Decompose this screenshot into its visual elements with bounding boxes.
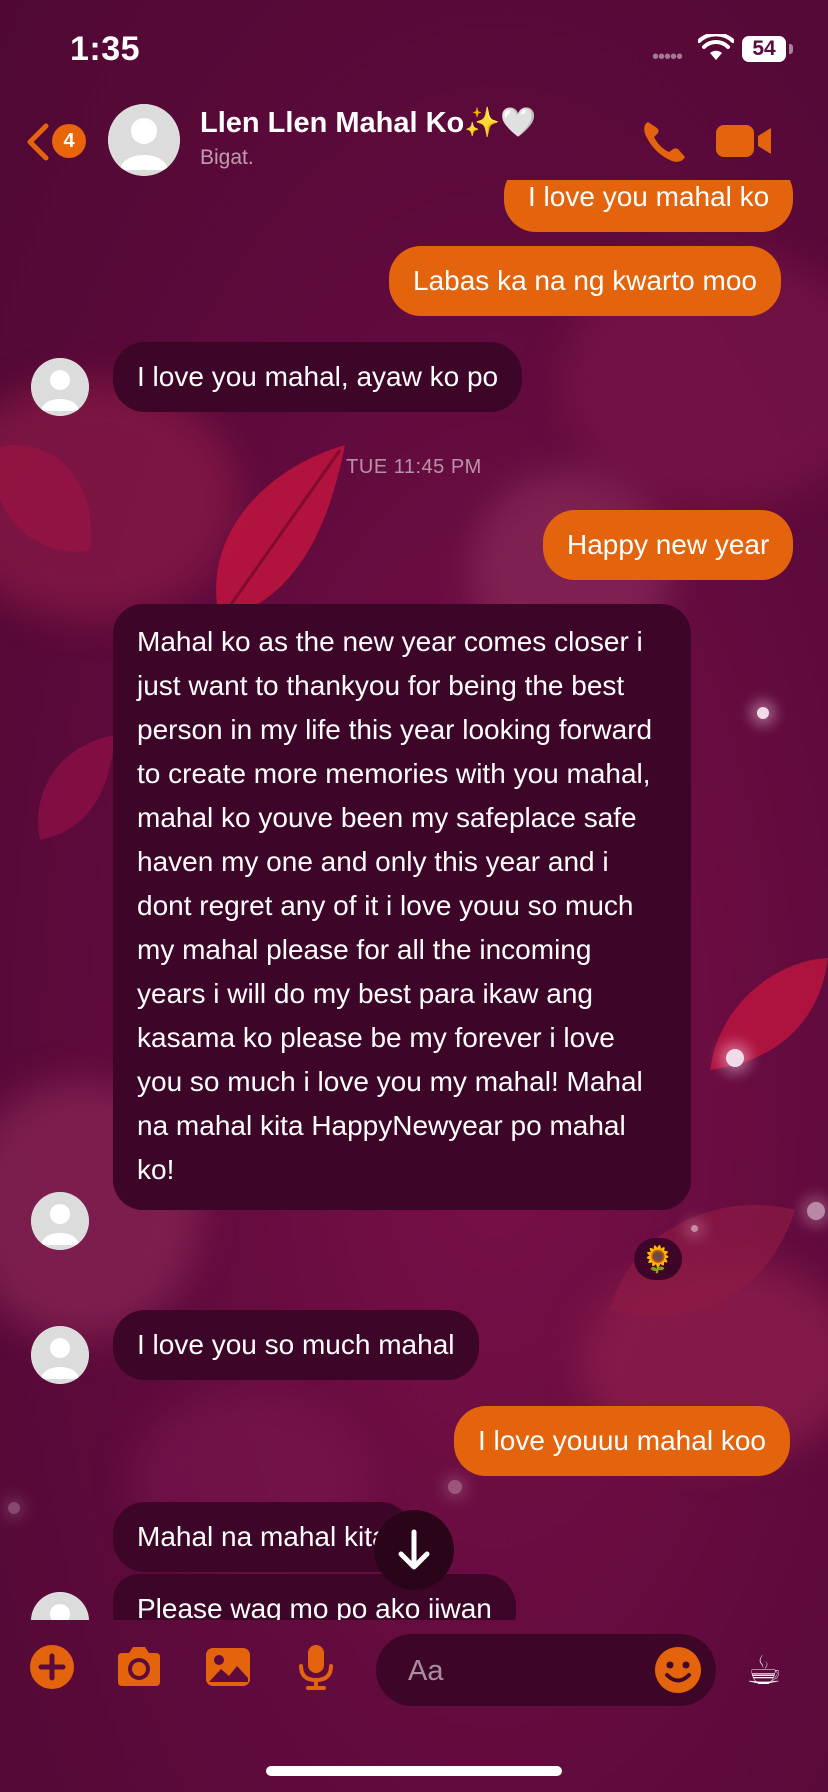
incoming-message[interactable]: I love you so much mahal <box>113 1310 479 1380</box>
status-time: 1:35 <box>70 30 141 68</box>
message-reaction[interactable]: 🌻 <box>634 1238 682 1280</box>
smiley-icon <box>655 1647 701 1693</box>
incoming-message[interactable]: Mahal na mahal kita <box>113 1502 412 1572</box>
call-button[interactable] <box>640 116 690 166</box>
battery-icon: 54 <box>742 36 786 62</box>
home-indicator <box>266 1766 562 1776</box>
microphone-icon <box>299 1645 333 1690</box>
emoji-button[interactable] <box>652 1644 704 1696</box>
camera-icon <box>118 1647 160 1686</box>
phone-icon <box>644 122 685 162</box>
outgoing-message[interactable]: I love you mahal ko <box>504 180 794 232</box>
contact-name[interactable]: Llen Llen Mahal Ko✨🤍 <box>200 106 536 140</box>
camera-button[interactable] <box>114 1642 164 1692</box>
sender-avatar[interactable] <box>31 358 89 416</box>
more-actions-button[interactable] <box>27 1642 77 1692</box>
unread-count-badge: 4 <box>52 124 86 158</box>
back-button[interactable]: 4 <box>24 116 94 166</box>
contact-avatar[interactable] <box>108 104 180 176</box>
video-camera-icon <box>716 125 771 157</box>
image-icon <box>206 1648 250 1686</box>
chevron-left-icon <box>27 123 49 161</box>
gallery-button[interactable] <box>203 1642 253 1692</box>
message-input[interactable] <box>406 1648 630 1694</box>
contact-status: Bigat. <box>200 146 254 169</box>
scroll-to-bottom-button[interactable] <box>374 1510 454 1590</box>
status-bar: 1:35 ••••• 54 <box>0 0 828 96</box>
voice-message-button[interactable] <box>291 1642 341 1692</box>
outgoing-message[interactable]: I love youuu mahal koo <box>454 1406 790 1476</box>
message-timestamp: TUE 11:45 PM <box>346 456 482 478</box>
sender-avatar[interactable] <box>31 1192 89 1250</box>
battery-cap <box>789 44 793 54</box>
outgoing-message[interactable]: Labas ka na ng kwarto moo <box>389 246 781 316</box>
chat-header: 4 Llen Llen Mahal Ko✨🤍 Bigat. <box>0 96 828 186</box>
plus-circle-icon <box>30 1645 74 1689</box>
quick-reaction-button[interactable]: ☕ <box>746 1648 782 1694</box>
video-call-button[interactable] <box>714 118 774 164</box>
arrow-down-icon <box>398 1529 430 1570</box>
incoming-message[interactable]: Mahal ko as the new year comes closer i … <box>113 604 691 1210</box>
wifi-icon <box>698 34 734 60</box>
incoming-message[interactable]: I love you mahal, ayaw ko po <box>113 342 523 412</box>
message-list[interactable]: I love you mahal ko Labas ka na ng kwart… <box>0 180 828 1620</box>
cellular-signal-icon: ••••• <box>652 46 683 68</box>
sender-avatar[interactable] <box>31 1326 89 1384</box>
message-composer: ☕ <box>0 1610 828 1730</box>
message-input-container <box>376 1634 716 1706</box>
outgoing-message[interactable]: Happy new year <box>543 510 794 580</box>
